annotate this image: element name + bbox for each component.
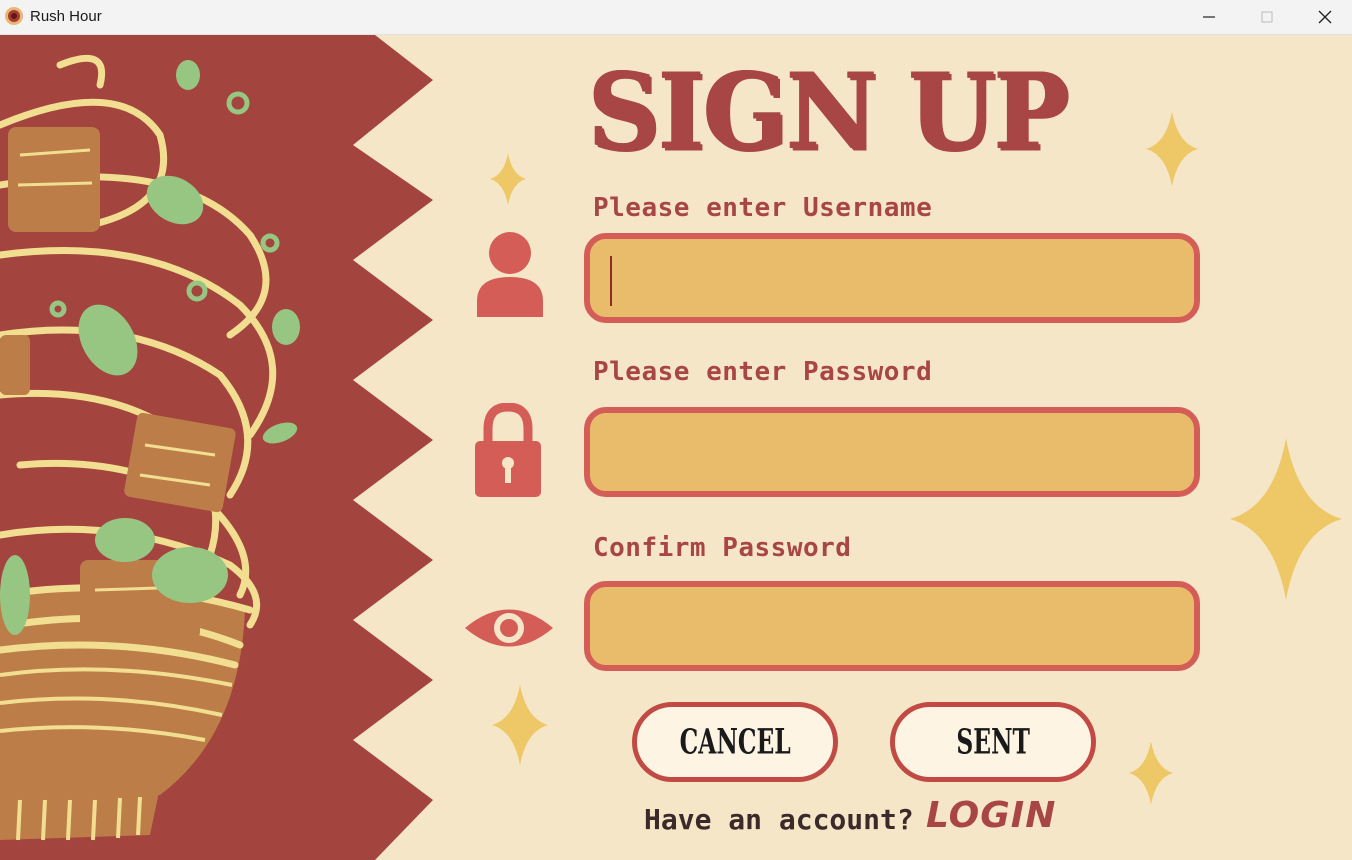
minimize-icon [1203, 16, 1215, 18]
close-icon [1318, 10, 1332, 24]
username-input[interactable] [590, 239, 1194, 317]
app-icon [5, 7, 23, 25]
password-label: Please enter Password [593, 357, 933, 387]
sent-button-label: SENT [956, 721, 1030, 763]
username-label: Please enter Username [593, 193, 933, 223]
noodle-bowl-illustration [0, 35, 433, 860]
username-field[interactable] [584, 233, 1200, 323]
eye-icon [465, 609, 553, 647]
cancel-button[interactable]: CANCEL [632, 702, 838, 782]
sparkle-icon [492, 684, 548, 766]
window-titlebar: Rush Hour [0, 0, 1352, 35]
password-field[interactable] [584, 407, 1200, 497]
minimize-button[interactable] [1180, 0, 1238, 34]
signup-window-content: SIGN UP Please enter Username Please ent… [0, 35, 1352, 860]
sparkle-icon [1129, 741, 1173, 805]
window-title: Rush Hour [30, 8, 102, 25]
close-button[interactable] [1296, 0, 1352, 34]
confirm-password-input[interactable] [590, 587, 1194, 665]
maximize-icon [1261, 11, 1273, 23]
lock-icon [475, 403, 541, 497]
login-link[interactable]: LOGIN [926, 795, 1056, 836]
cancel-button-label: CANCEL [679, 721, 791, 763]
user-icon [477, 232, 543, 317]
sparkle-icon [1146, 111, 1198, 187]
confirm-password-label: Confirm Password [593, 533, 852, 563]
sparkle-icon [490, 153, 526, 205]
sent-button[interactable]: SENT [890, 702, 1096, 782]
text-caret [610, 256, 612, 306]
confirm-password-field[interactable] [584, 581, 1200, 671]
password-input[interactable] [590, 413, 1194, 491]
maximize-button[interactable] [1238, 0, 1296, 34]
have-account-text: Have an account? [644, 803, 914, 836]
sparkle-icon [1230, 438, 1342, 600]
page-title: SIGN UP [588, 49, 1069, 174]
